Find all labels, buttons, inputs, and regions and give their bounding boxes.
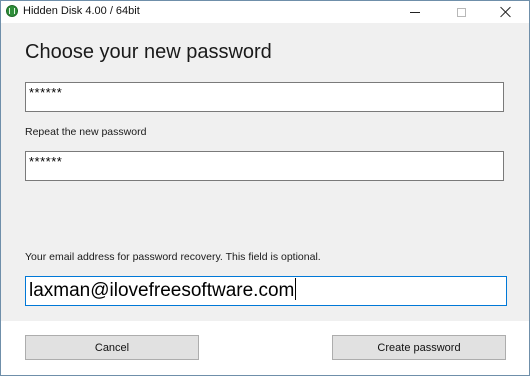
minimize-button[interactable]	[392, 1, 438, 23]
create-password-button[interactable]: Create password	[332, 335, 506, 360]
page-title: Choose your new password	[25, 41, 272, 63]
email-value: laxman@ilovefreesoftware.com	[29, 280, 295, 301]
text-cursor	[295, 278, 297, 300]
email-label: Your email address for password recovery…	[25, 251, 321, 263]
button-bar: Cancel Create password	[1, 321, 529, 375]
minimize-icon	[410, 11, 420, 13]
email-field[interactable]: laxman@ilovefreesoftware.com	[25, 276, 507, 306]
app-window: Hidden Disk 4.00 / 64bit Choose your new…	[0, 0, 530, 376]
title-bar[interactable]: Hidden Disk 4.00 / 64bit	[1, 1, 529, 23]
maximize-button[interactable]	[438, 1, 484, 23]
window-title: Hidden Disk 4.00 / 64bit	[23, 5, 140, 17]
cancel-button[interactable]: Cancel	[25, 335, 199, 360]
close-icon	[500, 6, 512, 18]
close-button[interactable]	[483, 1, 529, 23]
new-password-value: ******	[29, 85, 63, 100]
app-logo-icon	[6, 5, 18, 17]
form-panel: Choose your new password ****** Repeat t…	[1, 23, 529, 321]
repeat-password-field[interactable]: ******	[25, 151, 504, 181]
maximize-icon	[456, 7, 466, 17]
new-password-field[interactable]: ******	[25, 82, 504, 112]
repeat-password-value: ******	[29, 154, 63, 169]
repeat-password-label: Repeat the new password	[25, 126, 147, 138]
